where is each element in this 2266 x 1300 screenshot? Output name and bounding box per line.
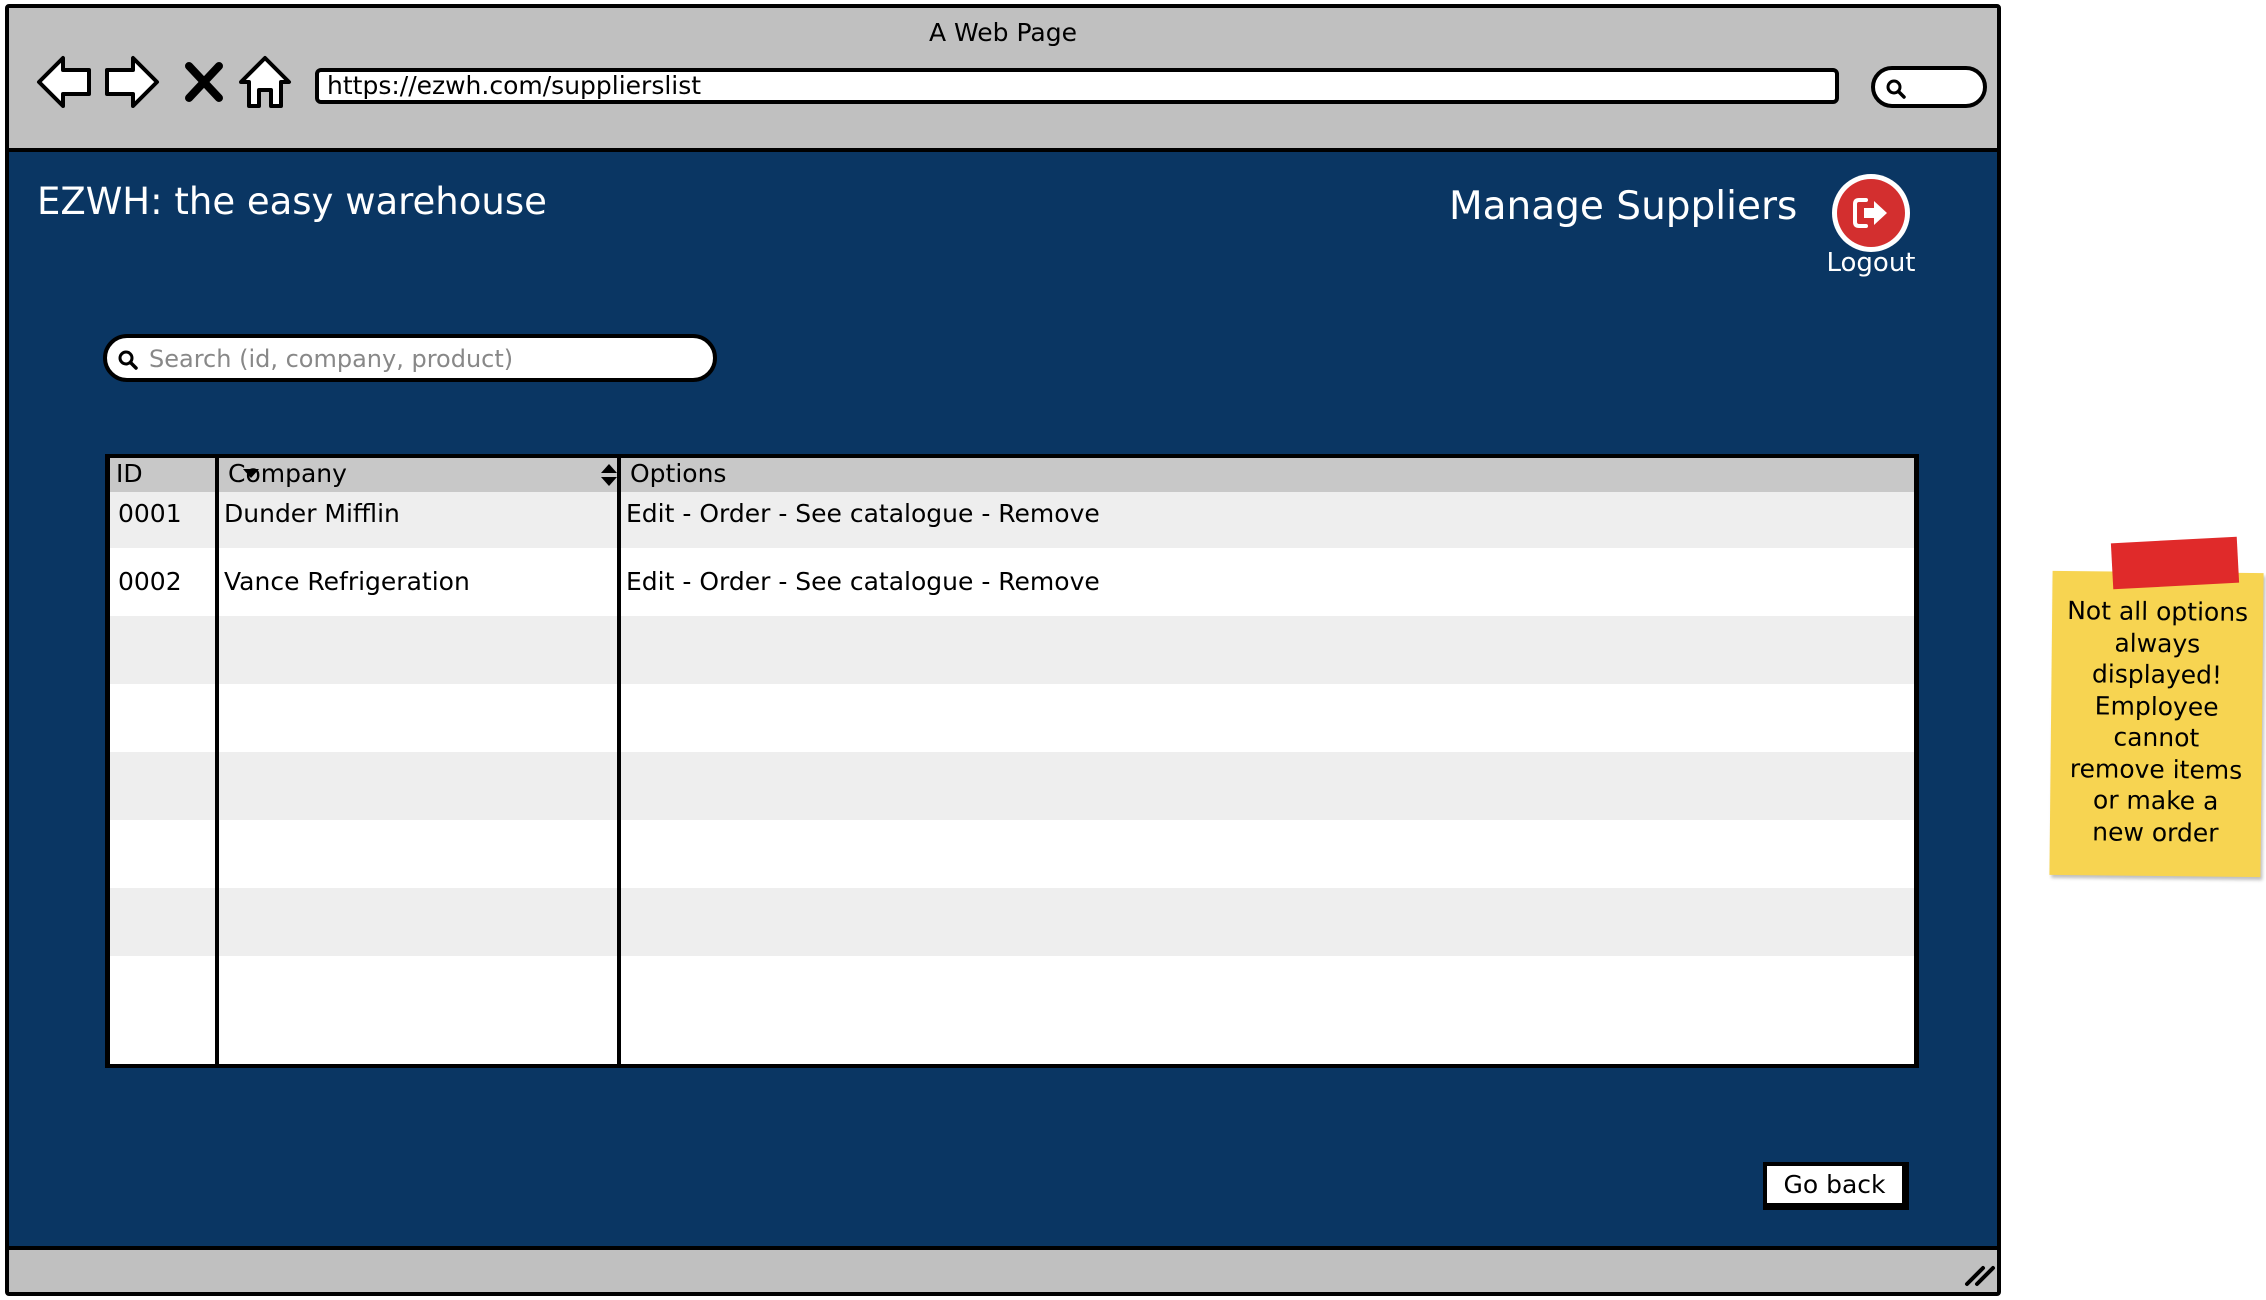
back-arrow-icon bbox=[37, 56, 91, 108]
brand-title: EZWH: the easy warehouse bbox=[37, 180, 547, 223]
column-header-label: ID bbox=[116, 459, 143, 488]
sticky-note-line: displayed! bbox=[2091, 659, 2223, 690]
column-divider bbox=[215, 458, 219, 1064]
empty-table-row bbox=[110, 752, 1914, 820]
table-header: ID Company Options bbox=[110, 458, 1914, 492]
search-icon bbox=[118, 350, 138, 370]
column-divider bbox=[617, 458, 621, 1064]
table-row[interactable]: 0002 Vance Refrigeration Edit - Order - Se… bbox=[110, 548, 1914, 616]
empty-table-row bbox=[110, 888, 1914, 956]
column-header-label: Options bbox=[630, 459, 727, 488]
search-field[interactable] bbox=[103, 334, 717, 382]
stop-icon bbox=[185, 62, 223, 102]
cell-options[interactable]: Edit - Order - See catalogue - Remove bbox=[618, 548, 1100, 616]
page-content: EZWH: the easy warehouse Manage Supplier… bbox=[9, 148, 1997, 1250]
sticky-note-text: Not all options always displayed! Employee c… bbox=[2060, 595, 2254, 849]
logout-button[interactable] bbox=[1832, 174, 1910, 252]
empty-table-row bbox=[110, 820, 1914, 888]
column-header-options: Options bbox=[624, 458, 1914, 492]
empty-table-row bbox=[110, 616, 1914, 684]
cell-id: 0002 bbox=[118, 567, 182, 596]
suppliers-table: 0001 Dunder Mifflin Edit - Order - See cat… bbox=[105, 454, 1919, 1068]
page-title: Manage Suppliers bbox=[1449, 184, 1798, 229]
resize-grip-icon[interactable] bbox=[1963, 1262, 1997, 1288]
sticky-note-line: Not all options bbox=[2067, 596, 2249, 627]
logout-button-circle bbox=[1837, 179, 1905, 247]
back-button[interactable] bbox=[35, 50, 95, 114]
sticky-note-line: cannot bbox=[2113, 722, 2200, 753]
empty-table-row bbox=[110, 684, 1914, 752]
go-back-button[interactable]: Go back bbox=[1763, 1162, 1909, 1210]
search-input[interactable] bbox=[147, 340, 691, 378]
sticky-note-line: Employee bbox=[2094, 690, 2219, 722]
forward-arrow-icon bbox=[105, 56, 159, 108]
address-bar[interactable]: https://ezwh.com/supplierslist bbox=[315, 68, 1839, 104]
column-header-label: Company bbox=[228, 459, 347, 488]
stop-button[interactable] bbox=[181, 50, 227, 114]
forward-button[interactable] bbox=[101, 50, 161, 114]
empty-table-row bbox=[110, 956, 1914, 1024]
browser-window: A Web Page https://ezwh.com/supplierslis… bbox=[5, 4, 2001, 1296]
home-icon bbox=[239, 56, 291, 108]
home-button[interactable] bbox=[237, 50, 293, 114]
column-header-company[interactable]: Company bbox=[222, 458, 624, 492]
sticky-note-line: always bbox=[2114, 628, 2201, 658]
sticky-note: Not all options always displayed! Employee c… bbox=[2049, 570, 2264, 878]
sticky-note-line: new order bbox=[2092, 816, 2219, 848]
logout-icon bbox=[1853, 198, 1887, 228]
search-icon bbox=[1886, 79, 1906, 99]
logout-label: Logout bbox=[1826, 248, 1916, 278]
sticky-note-tape bbox=[2110, 536, 2240, 590]
sticky-note-line: or make a bbox=[2092, 785, 2219, 816]
cell-company: Vance Refrigeration bbox=[224, 567, 470, 596]
sticky-note-line: remove items bbox=[2069, 753, 2243, 785]
sort-both-icon bbox=[601, 464, 617, 486]
window-title: A Web Page bbox=[928, 18, 1078, 47]
browser-search-button[interactable] bbox=[1871, 66, 1987, 108]
